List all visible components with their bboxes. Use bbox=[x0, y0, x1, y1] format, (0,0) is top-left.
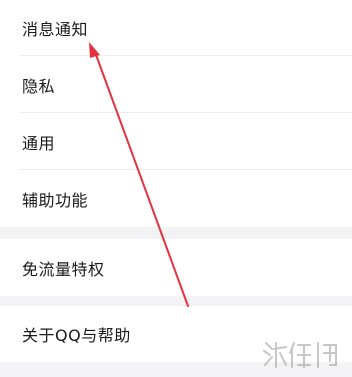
settings-screen: 消息通知 隐私 通用 辅助功能 免流量特权 关于QQ与帮助 bbox=[0, 0, 352, 377]
settings-item-privacy[interactable]: 隐私 bbox=[0, 57, 352, 113]
settings-item-label: 消息通知 bbox=[22, 20, 89, 39]
settings-item-accessibility[interactable]: 辅助功能 bbox=[0, 171, 352, 227]
section-gap bbox=[0, 296, 352, 306]
divider bbox=[20, 55, 352, 56]
settings-item-label: 辅助功能 bbox=[22, 191, 89, 210]
watermark-logo-icon bbox=[263, 342, 337, 368]
settings-item-label: 通用 bbox=[22, 134, 56, 153]
settings-item-general[interactable]: 通用 bbox=[0, 114, 352, 170]
divider bbox=[20, 169, 352, 170]
settings-item-label: 关于QQ与帮助 bbox=[22, 326, 131, 345]
divider bbox=[20, 112, 352, 113]
settings-item-notifications[interactable]: 消息通知 bbox=[0, 0, 352, 56]
section-gap bbox=[0, 227, 352, 239]
settings-item-label: 隐私 bbox=[22, 77, 56, 96]
settings-item-data-free[interactable]: 免流量特权 bbox=[0, 240, 352, 296]
settings-item-label: 免流量特权 bbox=[22, 260, 105, 279]
